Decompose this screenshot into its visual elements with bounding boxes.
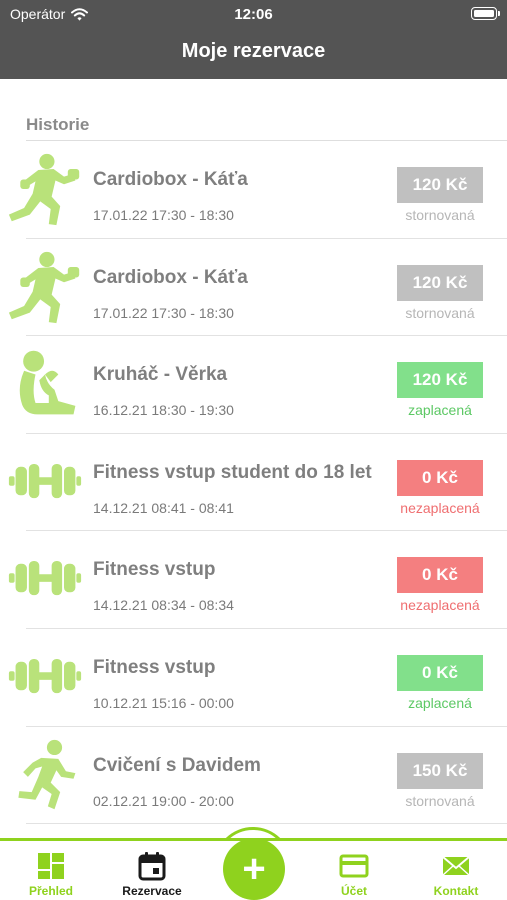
payment-status: stornovaná <box>405 207 475 223</box>
price-badge: 120 Kč <box>397 264 483 301</box>
reservation-title: Cardiobox - Káťa <box>93 169 248 190</box>
dashboard-icon <box>38 853 64 879</box>
add-reservation-button[interactable]: + <box>223 838 285 900</box>
reservation-time: 02.12.21 19:00 - 20:00 <box>93 792 234 809</box>
status-bar: Operátor 12:06 <box>0 0 507 28</box>
reservation-row[interactable]: Cardiobox - Káťa 17.01.22 17:30 - 18:30 … <box>0 141 507 239</box>
tab-account-label: Účet <box>340 884 367 898</box>
clock: 12:06 <box>234 6 273 23</box>
reservation-title: Kruháč - Věrka <box>93 364 228 386</box>
reservation-time: 16.12.21 18:30 - 19:30 <box>93 402 234 419</box>
price-badge: 120 Kč <box>397 362 483 399</box>
reservation-time: 10.12.21 15:16 - 00:00 <box>93 694 234 711</box>
battery-icon <box>471 7 500 20</box>
dumbbell-icon <box>8 463 82 498</box>
reservation-row[interactable]: Cvičení s Davidem 02.12.21 19:00 - 20:00… <box>0 727 507 825</box>
situp-icon <box>19 350 76 415</box>
reservation-title: Cvičení s Davidem <box>93 754 261 776</box>
tab-overview[interactable]: Přehled <box>6 851 96 898</box>
reservation-row[interactable]: Fitness vstup 14.12.21 08:34 - 08:34 0 K… <box>0 531 507 629</box>
payment-status: stornovaná <box>405 792 475 809</box>
tab-account[interactable]: Účet <box>309 851 399 898</box>
payment-status: nezaplacená <box>400 597 480 614</box>
price-badge: 0 Kč <box>397 459 483 496</box>
payment-status: stornovaná <box>405 304 475 321</box>
envelope-icon <box>442 856 470 876</box>
credit-card-icon <box>339 854 369 878</box>
boxing-icon <box>8 153 80 226</box>
tab-reservations[interactable]: Rezervace <box>107 851 197 898</box>
reservation-time: 17.01.22 17:30 - 18:30 <box>93 304 234 321</box>
reservation-time: 14.12.21 08:41 - 08:41 <box>93 499 234 516</box>
calendar-icon <box>138 852 166 881</box>
reservation-title: Fitness vstup student do 18 let <box>93 461 372 483</box>
reservation-row[interactable]: Kruháč - Věrka 16.12.21 18:30 - 19:30 12… <box>0 336 507 434</box>
tab-reservations-label: Rezervace <box>122 884 182 898</box>
dumbbell-icon <box>8 658 82 694</box>
dumbbell-icon <box>8 561 82 596</box>
reservation-time: 17.01.22 17:30 - 18:30 <box>93 207 234 223</box>
reservation-row[interactable]: Cardiobox - Káťa 17.01.22 17:30 - 18:30 … <box>0 239 507 337</box>
reservation-row[interactable]: Fitness vstup student do 18 let 14.12.21… <box>0 434 507 532</box>
reservation-list: Cardiobox - Káťa 17.01.22 17:30 - 18:30 … <box>0 141 507 825</box>
running-icon <box>18 739 76 809</box>
row-divider <box>26 823 507 825</box>
tab-contact[interactable]: Kontakt <box>411 851 501 898</box>
price-badge: 150 Kč <box>397 752 483 789</box>
reservation-title: Cardiobox - Káťa <box>93 266 248 288</box>
payment-status: zaplacená <box>408 402 472 419</box>
reservation-title: Fitness vstup <box>93 559 216 581</box>
boxing-icon <box>8 251 80 323</box>
price-badge: 120 Kč <box>397 167 483 203</box>
page-title: Moje rezervace <box>181 40 326 62</box>
app-header: Operátor 12:06 Moje rezervace <box>0 0 507 79</box>
tab-contact-label: Kontakt <box>433 884 479 898</box>
section-title: Historie <box>26 115 90 134</box>
payment-status: nezaplacená <box>400 499 480 516</box>
reservation-time: 14.12.21 08:34 - 08:34 <box>93 597 234 614</box>
reservation-title: Fitness vstup <box>93 656 216 678</box>
payment-status: zaplacená <box>408 694 472 711</box>
reservation-row[interactable]: Fitness vstup 10.12.21 15:16 - 00:00 0 K… <box>0 629 507 727</box>
tab-overview-label: Přehled <box>28 884 73 898</box>
price-badge: 0 Kč <box>397 557 483 594</box>
price-badge: 0 Kč <box>397 654 483 691</box>
